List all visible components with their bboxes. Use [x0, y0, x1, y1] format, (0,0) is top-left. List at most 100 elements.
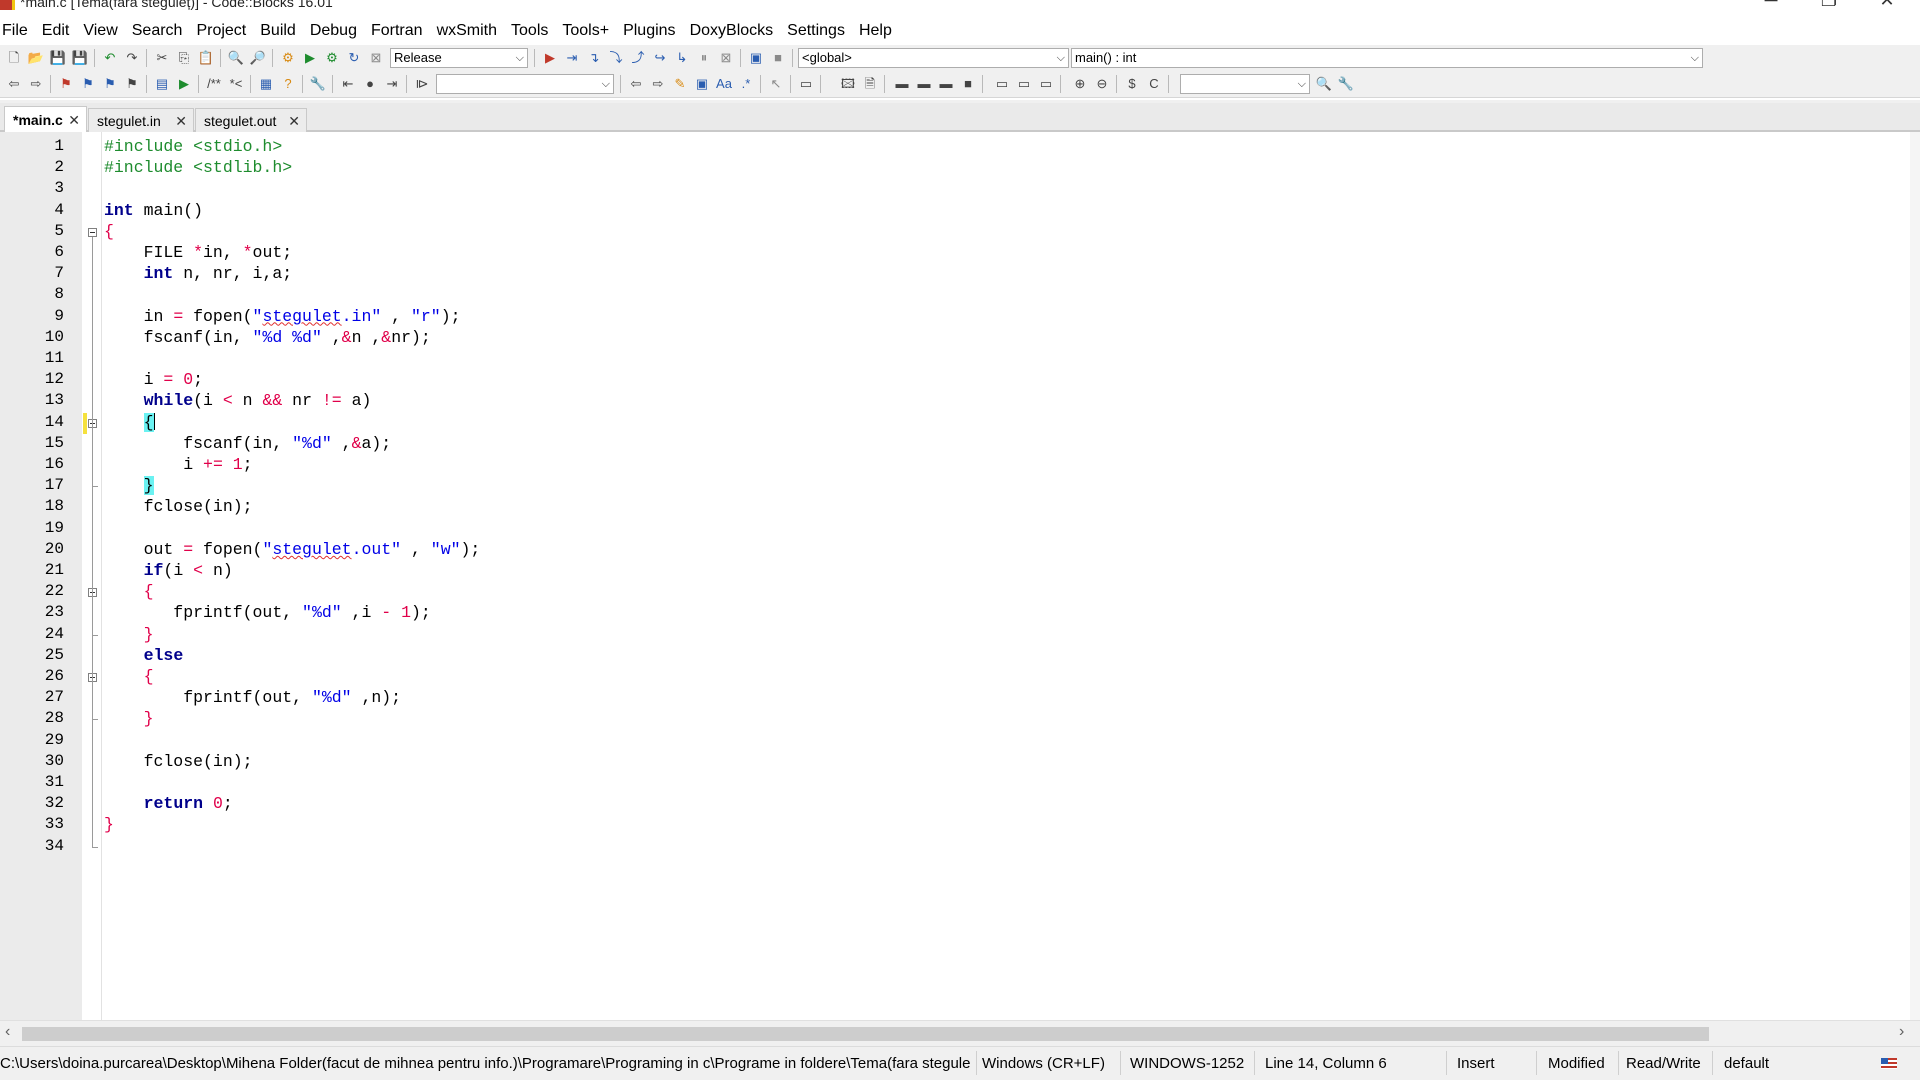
menu-edit[interactable]: Edit [35, 22, 77, 40]
jump-mark-icon[interactable]: ● [362, 76, 378, 92]
jump-back-icon[interactable]: ⇤ [340, 76, 356, 92]
run-icon[interactable]: ▶ [302, 50, 318, 66]
find-combo[interactable]: ⌵ [1180, 74, 1310, 94]
prev-bookmark-icon[interactable]: ⚑ [80, 76, 96, 92]
chm-docs-icon[interactable]: ? [280, 76, 296, 92]
code-line[interactable]: in = fopen("stegulet.in" , "r"); [104, 306, 461, 327]
undo-icon[interactable]: ↶ [102, 50, 118, 66]
code-line[interactable]: fclose(in); [104, 496, 253, 517]
frame-b-icon[interactable]: ▭ [1016, 76, 1032, 92]
step-instruction-icon[interactable]: ↳ [674, 50, 690, 66]
frame-a-icon[interactable]: ▭ [994, 76, 1010, 92]
code-line[interactable]: while(i < n && nr != a) [104, 390, 372, 411]
code-line[interactable]: } [104, 624, 154, 645]
scrollbar-thumb[interactable] [22, 1027, 1709, 1041]
code-line[interactable]: i += 1; [104, 454, 252, 475]
code-line[interactable]: int main() [104, 200, 203, 221]
code-line[interactable]: #include <stdio.h> [104, 136, 282, 157]
build-target-select[interactable]: Release ⌵ [390, 48, 528, 68]
menu-wxsmith[interactable]: wxSmith [430, 22, 504, 40]
menu-search[interactable]: Search [125, 22, 190, 40]
horizontal-scrollbar[interactable]: ‹ › [0, 1020, 1920, 1046]
code-line[interactable]: { [104, 666, 154, 687]
close-icon[interactable]: ✕ [68, 107, 80, 133]
menu-doxyblocks[interactable]: DoxyBlocks [683, 22, 781, 40]
next-bookmark-icon[interactable]: ⚑ [102, 76, 118, 92]
forward-arrow-icon[interactable]: ⇨ [28, 76, 44, 92]
paste-icon[interactable]: 📋 [198, 50, 214, 66]
menu-settings[interactable]: Settings [780, 22, 852, 40]
code-line[interactable]: fprintf(out, "%d" ,n); [104, 687, 401, 708]
frame-c-icon[interactable]: ▭ [1038, 76, 1054, 92]
copy-icon[interactable]: ⎘ [176, 50, 192, 66]
step-out-icon[interactable]: ⤴ [630, 50, 646, 66]
maximize-button[interactable]: ❐ [1806, 0, 1852, 9]
code-line[interactable]: fprintf(out, "%d" ,i - 1); [104, 602, 431, 623]
code-line[interactable]: } [104, 708, 154, 729]
clear-bookmarks-icon[interactable]: ⚑ [124, 76, 140, 92]
block-d-icon[interactable]: ■ [960, 76, 976, 92]
toggle-bookmark-icon[interactable]: ⚑ [58, 76, 74, 92]
code-line[interactable]: { [104, 581, 154, 602]
menu-help[interactable]: Help [852, 22, 899, 40]
scroll-right-icon[interactable]: › [1899, 1023, 1904, 1041]
find-icon[interactable]: 🔍 [228, 50, 244, 66]
code-line[interactable]: i = 0; [104, 369, 203, 390]
step-into-icon[interactable]: ⤵ [608, 50, 624, 66]
image-icon[interactable]: 🖾 [840, 76, 856, 92]
save-icon[interactable]: 💾 [50, 50, 66, 66]
vertical-scrollbar[interactable] [1910, 132, 1920, 1020]
block-b-icon[interactable]: ▬ [916, 76, 932, 92]
match-case-icon[interactable]: Aa [716, 76, 732, 92]
block-comment-icon[interactable]: /** [206, 76, 222, 92]
debug-windows-icon[interactable]: ▣ [748, 50, 764, 66]
save-all-icon[interactable]: 💾 [72, 50, 88, 66]
search-icon[interactable]: 🔍 [1316, 76, 1332, 92]
selected-text-only-icon[interactable]: ▣ [694, 76, 710, 92]
code-line[interactable]: return 0; [104, 793, 233, 814]
code-line[interactable]: fclose(in); [104, 751, 253, 772]
back-arrow-icon[interactable]: ⇦ [6, 76, 22, 92]
zoom-in-icon[interactable]: ⊕ [1072, 76, 1088, 92]
menu-debug[interactable]: Debug [303, 22, 364, 40]
menu-project[interactable]: Project [189, 22, 253, 40]
replace-icon[interactable]: 🔎 [250, 50, 266, 66]
pointer-icon[interactable]: ↖ [768, 76, 784, 92]
rect-shape-icon[interactable]: ▭ [798, 76, 814, 92]
code-line[interactable]: int n, nr, i,a; [104, 263, 293, 284]
block-c-icon[interactable]: ▬ [938, 76, 954, 92]
build-and-run-icon[interactable]: ⚙ [324, 50, 340, 66]
settings-wrench-icon[interactable]: 🔧 [1338, 76, 1354, 92]
redo-icon[interactable]: ↷ [124, 50, 140, 66]
menu-tools-plus[interactable]: Tools+ [555, 22, 616, 40]
code-line[interactable]: fscanf(in, "%d" ,&a); [104, 433, 391, 454]
cut-icon[interactable]: ✂ [154, 50, 170, 66]
code-line[interactable]: #include <stdlib.h> [104, 157, 292, 178]
text-icon[interactable]: 🗎 [862, 76, 878, 92]
scope-select[interactable]: <global> ⌵ [798, 48, 1069, 68]
block-a-icon[interactable]: ▬ [894, 76, 910, 92]
function-select[interactable]: main() : int ⌵ [1071, 48, 1703, 68]
various-info-icon[interactable]: ■ [770, 50, 786, 66]
code-line[interactable]: } [104, 814, 114, 835]
menu-build[interactable]: Build [253, 22, 303, 40]
zoom-out-icon[interactable]: ⊖ [1094, 76, 1110, 92]
menu-file[interactable]: File [0, 22, 35, 40]
search-prev-icon[interactable]: ⇦ [628, 76, 644, 92]
next-line-icon[interactable]: ↴ [586, 50, 602, 66]
menu-fortran[interactable]: Fortran [364, 22, 430, 40]
debug-start-icon[interactable]: ▶ [542, 50, 558, 66]
menu-plugins[interactable]: Plugins [616, 22, 682, 40]
code-line[interactable]: } [104, 475, 154, 496]
doxy-config-icon[interactable]: 🔧 [310, 76, 326, 92]
tab-main-c[interactable]: *main.c ✕ [4, 106, 87, 132]
dollar-icon[interactable]: $ [1124, 76, 1140, 92]
code-line[interactable]: fscanf(in, "%d %d" ,&n ,&nr); [104, 327, 431, 348]
tab-stegulet-out[interactable]: stegulet.out ✕ [195, 108, 307, 132]
doxywizard-icon[interactable]: ▤ [154, 76, 170, 92]
code-line[interactable]: { [104, 412, 155, 433]
code-line[interactable]: FILE *in, *out; [104, 242, 293, 263]
close-window-button[interactable]: ✕ [1864, 0, 1910, 9]
open-file-icon[interactable]: 📂 [28, 50, 44, 66]
regex-icon[interactable]: .* [738, 76, 754, 92]
